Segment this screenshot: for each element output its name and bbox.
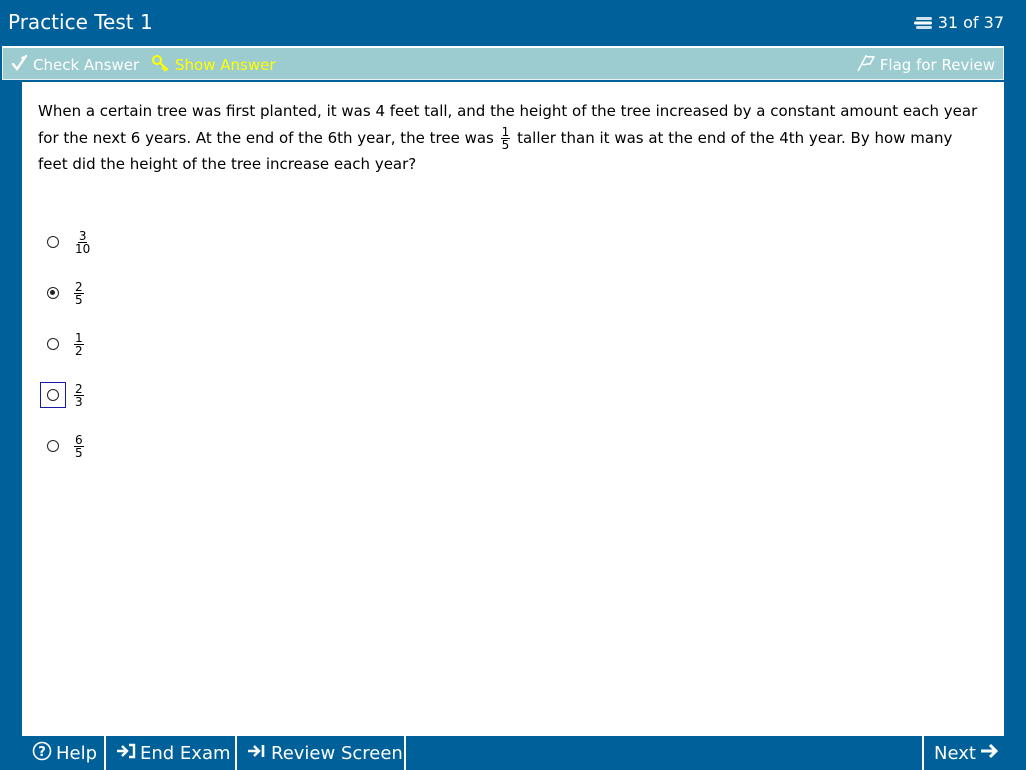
choice-e-radio-box[interactable] [40, 433, 66, 459]
bottom-bar: ? Help End Exam Review Screen Next [22, 734, 1004, 770]
counter-text: 31 of 37 [937, 13, 1004, 32]
stack-icon [913, 16, 934, 30]
choice-d-denominator: 3 [75, 394, 83, 409]
choice-b-radio-box[interactable] [40, 280, 66, 306]
choice-c-numerator: 1 [74, 330, 84, 345]
choice-a-fraction: 3 10 [74, 230, 91, 255]
flag-review-label: Flag for Review [879, 56, 995, 74]
arrow-to-bar-icon [247, 742, 267, 765]
key-icon [151, 54, 171, 76]
choice-d-numerator: 2 [74, 381, 84, 396]
review-screen-label: Review Screen [271, 742, 403, 764]
title-bar: Practice Test 1 31 of 37 [0, 0, 1026, 46]
question-counter: 31 of 37 [913, 13, 1004, 32]
question-mark-icon: ? [32, 741, 52, 766]
end-exam-button[interactable]: End Exam [106, 736, 237, 770]
help-button[interactable]: ? Help [22, 736, 106, 770]
check-icon [11, 54, 29, 76]
check-answer-button[interactable]: Check Answer [11, 54, 139, 76]
answer-choice-c[interactable]: 1 2 [40, 329, 86, 359]
choice-d-radio[interactable] [47, 389, 59, 401]
choice-b-fraction: 2 5 [74, 281, 84, 306]
choice-a-denominator: 10 [75, 241, 91, 256]
choice-e-fraction: 6 5 [74, 434, 84, 459]
show-answer-label: Show Answer [175, 56, 276, 74]
flag-review-button[interactable]: Flag for Review [856, 54, 995, 76]
choice-e-numerator: 6 [74, 432, 84, 447]
choice-a-radio[interactable] [47, 236, 59, 248]
choice-c-denominator: 2 [75, 343, 83, 358]
choice-c-radio-box[interactable] [40, 331, 66, 357]
help-label: Help [56, 742, 98, 764]
show-answer-button[interactable]: Show Answer [151, 54, 276, 76]
answer-choice-a[interactable]: 3 10 [40, 227, 93, 257]
svg-text:?: ? [38, 745, 46, 760]
choice-b-denominator: 5 [75, 292, 83, 307]
next-label: Next [934, 742, 976, 764]
choice-e-denominator: 5 [75, 445, 83, 460]
choice-c-radio[interactable] [47, 338, 59, 350]
choice-d-fraction: 2 3 [74, 383, 84, 408]
choice-a-radio-box[interactable] [40, 229, 66, 255]
question-panel: When a certain tree was first planted, i… [22, 82, 1004, 734]
choice-b-numerator: 2 [74, 279, 84, 294]
flag-icon [856, 54, 876, 76]
choice-c-fraction: 1 2 [74, 332, 84, 357]
choice-a-numerator: 3 [77, 228, 88, 243]
answer-choice-e[interactable]: 6 5 [40, 431, 86, 461]
question-fraction: 1 5 [500, 124, 511, 152]
choice-d-radio-box[interactable] [40, 382, 66, 408]
question-text: When a certain tree was first planted, i… [38, 98, 978, 178]
answer-choice-d[interactable]: 2 3 [40, 380, 86, 410]
exit-arrow-icon [116, 742, 136, 765]
answer-choice-b[interactable]: 2 5 [40, 278, 86, 308]
end-exam-label: End Exam [140, 742, 231, 764]
arrow-right-icon [980, 742, 1000, 765]
review-screen-button[interactable]: Review Screen [237, 736, 406, 770]
fraction-numerator: 1 [500, 124, 511, 139]
choice-e-radio[interactable] [47, 440, 59, 452]
page-title: Practice Test 1 [8, 10, 153, 34]
toolbar: Check Answer Show Answer Flag for Review [2, 46, 1004, 80]
choice-b-radio[interactable] [47, 287, 59, 299]
fraction-denominator: 5 [501, 137, 510, 152]
next-button[interactable]: Next [922, 736, 1002, 770]
check-answer-label: Check Answer [33, 56, 140, 74]
